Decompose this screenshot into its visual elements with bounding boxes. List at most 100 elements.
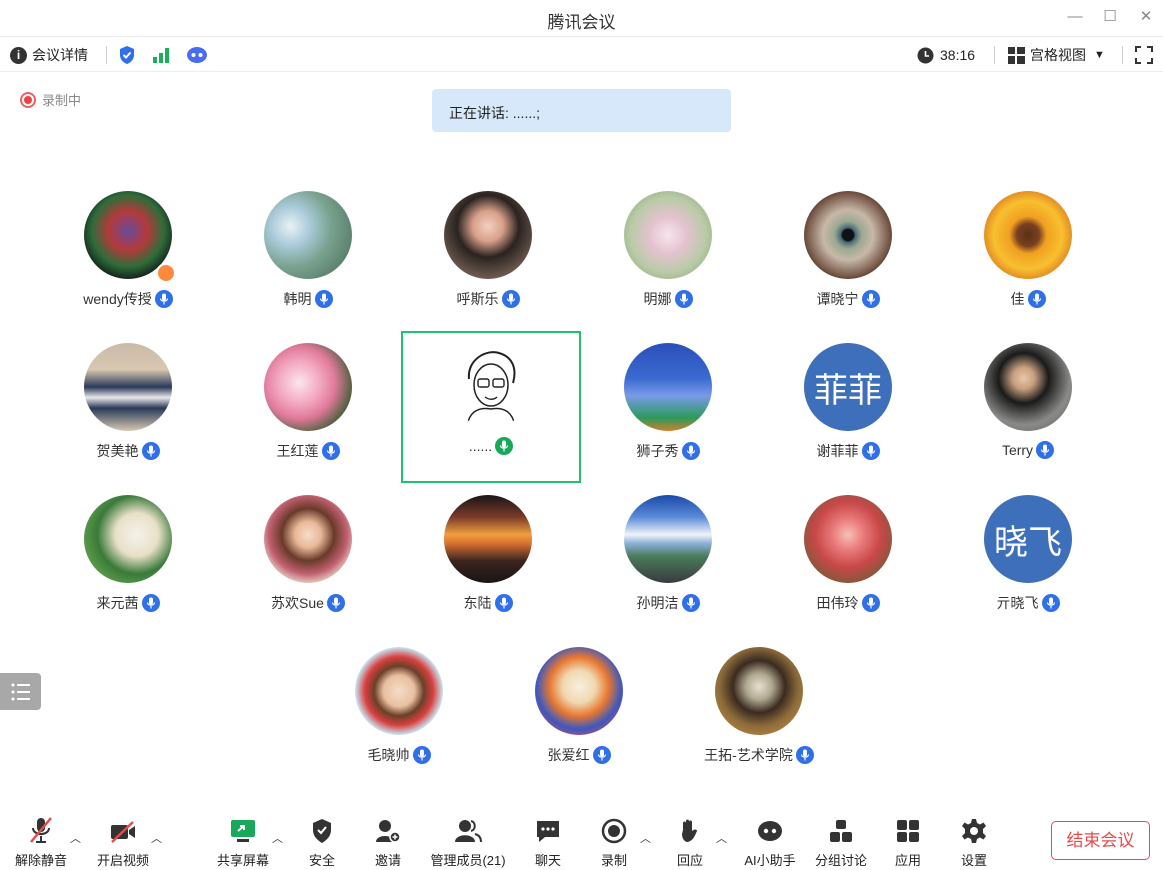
participant-name: 呼斯乐	[456, 291, 499, 307]
participant-tile[interactable]: Terry	[938, 335, 1118, 485]
participant-tile[interactable]: 王红莲	[218, 335, 398, 485]
participant-tile[interactable]: 谭晓宁	[758, 183, 938, 333]
record-dot-icon	[20, 91, 36, 108]
microphone-icon	[1027, 290, 1046, 308]
avatar	[84, 343, 172, 431]
avatar	[715, 647, 803, 735]
unmute-label: 解除静音	[14, 853, 67, 868]
share-screen-icon	[231, 820, 255, 842]
react-button[interactable]: 回应	[670, 814, 710, 869]
participant-name: 东陆	[463, 595, 492, 611]
participant-tile[interactable]: 晓飞 亓晓飞	[938, 487, 1118, 637]
participant-name: 韩明	[283, 291, 312, 307]
divider	[106, 46, 107, 64]
divider	[1122, 46, 1123, 64]
manage-members-button[interactable]: 管理成员(21)	[426, 814, 510, 869]
participant-name: 苏欢Sue	[271, 595, 324, 611]
participant-tile[interactable]: 苏欢Sue	[218, 487, 398, 637]
participant-tile[interactable]: 毛晓帅	[309, 639, 489, 789]
unmute-button[interactable]: 解除静音	[12, 814, 70, 869]
microphone-icon	[795, 746, 814, 764]
record-button[interactable]: 录制	[594, 814, 634, 869]
avatar	[804, 495, 892, 583]
text-avatar: 晓飞	[984, 495, 1072, 583]
participant-name: 王红莲	[276, 443, 319, 459]
shield-icon[interactable]	[118, 45, 136, 65]
microphone-icon	[861, 594, 880, 612]
apps-label: 应用	[894, 853, 921, 868]
invite-button[interactable]: 邀请	[368, 814, 408, 869]
audio-options-caret[interactable]: ︿	[70, 830, 81, 846]
ai-assistant-button[interactable]: AI小助手	[740, 814, 800, 869]
react-options-caret[interactable]: ︿	[716, 830, 727, 846]
participant-tile[interactable]: 孙明洁	[578, 487, 758, 637]
participant-tile[interactable]: 狮子秀	[578, 335, 758, 485]
security-button[interactable]: 安全	[302, 814, 342, 869]
timer: 38:16	[917, 45, 975, 65]
participant-tile[interactable]: 田伟玲	[758, 487, 938, 637]
chat-label: 聊天	[534, 853, 561, 868]
robot-assistant-icon[interactable]	[186, 45, 208, 65]
signal-icon[interactable]	[152, 45, 170, 65]
avatar	[624, 343, 712, 431]
view-mode-dropdown[interactable]: 宫格视图 ▼	[1008, 45, 1105, 65]
share-screen-button[interactable]: 共享屏幕	[214, 814, 272, 869]
maximize-icon[interactable]: ☐	[1098, 6, 1122, 28]
avatar	[84, 495, 172, 583]
host-badge-icon	[156, 263, 176, 283]
participant-name: 孙明洁	[636, 595, 679, 611]
microphone-icon	[141, 594, 160, 612]
settings-button[interactable]: 设置	[954, 814, 994, 869]
participant-name: 亓晓飞	[996, 595, 1039, 611]
participant-tile[interactable]: 呼斯乐	[398, 183, 578, 333]
avatar	[804, 191, 892, 279]
participant-tile[interactable]: 王拓-艺术学院	[669, 639, 849, 789]
participant-tile[interactable]: 明娜	[578, 183, 758, 333]
video-options-caret[interactable]: ︿	[151, 830, 162, 846]
participant-tile[interactable]: 菲菲 谢菲菲	[758, 335, 938, 485]
microphone-icon	[681, 594, 700, 612]
avatar: 晓飞	[984, 495, 1072, 583]
participant-tile[interactable]: 张爱红	[489, 639, 669, 789]
avatar	[264, 495, 352, 583]
avatar: 菲菲	[804, 343, 892, 431]
meeting-details-button[interactable]: i 会议详情	[10, 45, 88, 65]
participant-tile[interactable]: wendy传授	[38, 183, 218, 333]
participant-tile[interactable]: 东陆	[398, 487, 578, 637]
fullscreen-icon[interactable]	[1135, 45, 1153, 65]
start-video-button[interactable]: 开启视频	[94, 814, 152, 869]
record-options-caret[interactable]: ︿	[640, 830, 651, 846]
end-meeting-button[interactable]: 结束会议	[1051, 821, 1150, 860]
avatar	[444, 191, 532, 279]
microphone-icon	[1041, 594, 1060, 612]
share-options-caret[interactable]: ︿	[272, 830, 283, 846]
camera-off-icon	[111, 821, 135, 843]
breakout-rooms-button[interactable]: 分组讨论	[812, 814, 870, 869]
ai-robot-icon	[758, 821, 782, 841]
participant-name: 狮子秀	[636, 443, 679, 459]
participant-tile-active-speaker[interactable]: ......	[401, 331, 581, 483]
chat-button[interactable]: 聊天	[528, 814, 568, 869]
participant-name: 谭晓宁	[816, 291, 859, 307]
participant-tile[interactable]: 佳	[938, 183, 1118, 333]
settings-label: 设置	[960, 853, 987, 868]
participant-name: 来元茜	[96, 595, 139, 611]
participant-tile[interactable]: 贺美艳	[38, 335, 218, 485]
shield-icon	[313, 819, 331, 843]
ai-assistant-label: AI小助手	[744, 853, 796, 868]
microphone-icon	[674, 290, 693, 308]
participant-list-toggle[interactable]	[0, 673, 41, 710]
minimize-icon[interactable]: —	[1063, 6, 1087, 28]
recording-indicator[interactable]: 录制中	[20, 90, 81, 109]
apps-button[interactable]: 应用	[888, 814, 928, 869]
participant-name: 明娜	[643, 291, 672, 307]
microphone-icon	[1036, 441, 1055, 459]
microphone-icon	[861, 290, 880, 308]
close-icon[interactable]: ✕	[1134, 6, 1158, 28]
microphone-muted-icon	[30, 817, 52, 843]
participant-tile[interactable]: 来元茜	[38, 487, 218, 637]
text-avatar: 菲菲	[804, 343, 892, 431]
participant-name: Terry	[1001, 442, 1034, 458]
gear-icon	[962, 819, 986, 843]
participant-tile[interactable]: 韩明	[218, 183, 398, 333]
